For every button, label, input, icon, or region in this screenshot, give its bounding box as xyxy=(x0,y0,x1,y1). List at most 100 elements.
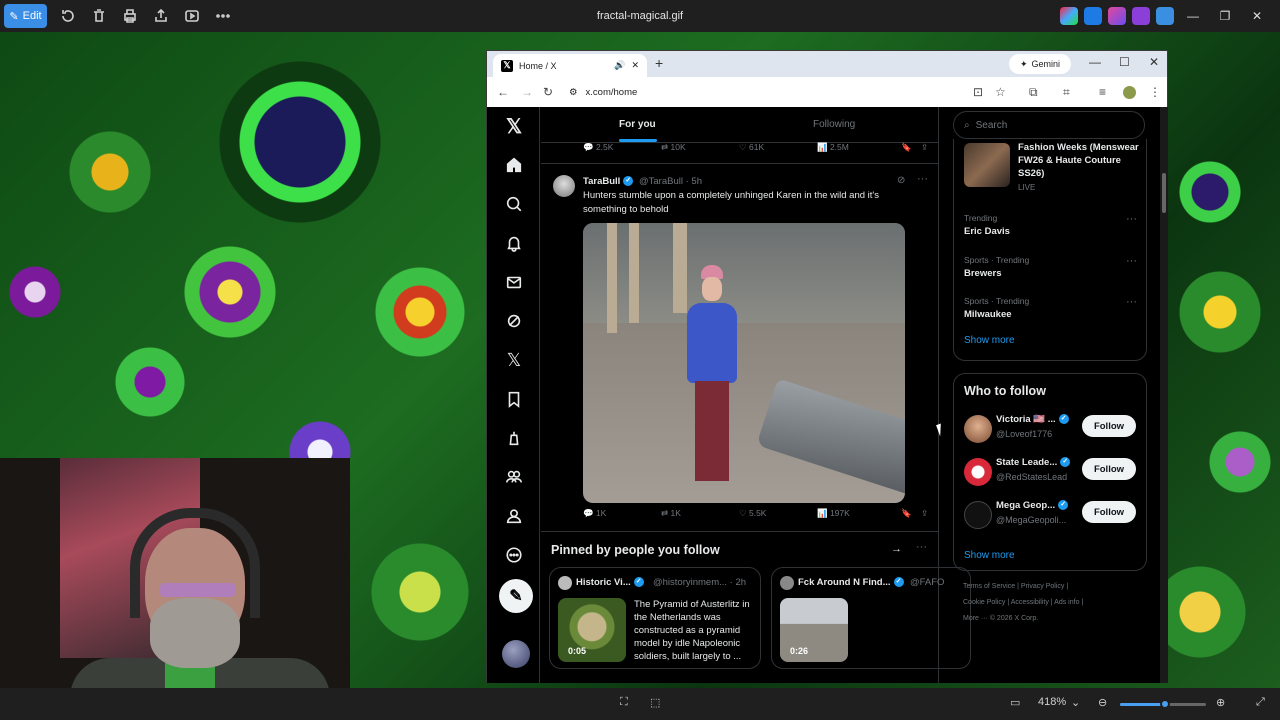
repost-button[interactable]: ⇄ 1K xyxy=(661,508,681,519)
pinned-card[interactable]: Historic Vi... ✓ @historyinmem... · 2h 0:… xyxy=(549,567,761,669)
bookmarks-icon[interactable] xyxy=(503,388,525,410)
repost-button[interactable]: ⇄ 10K xyxy=(661,142,686,153)
tweet-more-icon[interactable]: ··· xyxy=(917,173,928,185)
compose-post-button[interactable]: ✎ xyxy=(499,579,533,613)
user-avatar[interactable] xyxy=(964,501,992,529)
minimize-icon[interactable]: — xyxy=(1180,4,1206,28)
install-icon[interactable]: ⊡ xyxy=(973,85,983,99)
gemini-button[interactable]: ✦ Gemini xyxy=(1009,54,1071,74)
grok-tweet-icon[interactable]: ⊘ xyxy=(897,175,905,186)
zoom-out-icon[interactable]: ⊖ xyxy=(1098,696,1107,709)
who-to-follow-show-more-link[interactable]: Show more xyxy=(964,550,1015,561)
jobs-icon[interactable] xyxy=(503,427,525,449)
address-bar[interactable]: ⚙ x.com/home xyxy=(567,81,1037,103)
copilot-icon[interactable] xyxy=(1060,7,1078,25)
follow-suggestion[interactable]: State Leade... ✓ @RedStatesLead Follow xyxy=(964,455,1144,489)
premium-icon[interactable]: 𝕏 xyxy=(503,349,525,371)
edit-button[interactable]: ✎ Edit xyxy=(4,4,47,28)
pinned-more-icon[interactable]: ··· xyxy=(916,541,927,553)
browser-minimize-icon[interactable]: — xyxy=(1089,55,1101,69)
new-tab-button[interactable]: + xyxy=(655,55,663,71)
bookmark-star-icon[interactable]: ☆ xyxy=(995,85,1006,99)
reply-button[interactable]: 💬 2.5K xyxy=(583,142,613,153)
trend-item[interactable]: Trending Eric Davis xyxy=(964,213,1010,237)
footer-links-row3[interactable]: More ··· © 2026 X Corp. xyxy=(963,611,1153,627)
browser-close-icon[interactable]: ✕ xyxy=(1149,55,1159,69)
print-icon[interactable] xyxy=(115,4,145,28)
audio-icon[interactable]: 🔊 xyxy=(614,60,625,71)
search-input[interactable]: ⌕ Search xyxy=(953,111,1145,139)
browser-maximize-icon[interactable]: ☐ xyxy=(1119,55,1130,69)
media-icon[interactable]: ≡ xyxy=(1099,85,1106,99)
event-thumbnail[interactable] xyxy=(964,143,1010,187)
tweet-video[interactable] xyxy=(583,223,905,503)
like-button[interactable]: ♡ 5.5K xyxy=(739,508,766,519)
user-name[interactable]: Mega Geop... ✓ xyxy=(996,500,1069,511)
zoom-in-icon[interactable]: ⊕ xyxy=(1216,696,1225,709)
menu-icon[interactable]: ⋮ xyxy=(1149,85,1161,99)
delete-icon[interactable] xyxy=(84,4,114,28)
zoom-slider-knob[interactable] xyxy=(1159,699,1170,709)
share-tweet-icon[interactable]: ⇪ xyxy=(921,508,928,519)
zoom-value[interactable]: 418% xyxy=(1038,696,1066,708)
follow-suggestion[interactable]: Victoria 🇺🇸 ... ✓ @Loveof1776 Follow xyxy=(964,412,1144,446)
footer-links-row1[interactable]: Terms of Service | Privacy Policy | xyxy=(963,579,1153,595)
more-icon[interactable] xyxy=(208,4,238,28)
tweet-author-handle[interactable]: @TaraBull · 5h xyxy=(639,176,702,187)
extensions-icon[interactable]: ⧉ xyxy=(1029,85,1038,100)
zoom-dropdown-icon[interactable]: ⌄ xyxy=(1071,696,1080,709)
messages-icon[interactable] xyxy=(503,271,525,293)
onedrive-icon[interactable] xyxy=(1156,7,1174,25)
trend-item[interactable]: Sports · Trending Milwaukee xyxy=(964,296,1029,320)
crop-icon[interactable]: ⬚ xyxy=(650,696,660,709)
tab-following[interactable]: Following xyxy=(813,119,855,130)
cast-icon[interactable]: ⌗ xyxy=(1063,85,1070,100)
user-name[interactable]: State Leade... ✓ xyxy=(996,457,1071,468)
follow-button[interactable]: Follow xyxy=(1082,458,1136,480)
bookmark-icon[interactable]: 🔖 xyxy=(901,508,912,519)
more-circle-icon[interactable] xyxy=(503,544,525,566)
slideshow-icon[interactable] xyxy=(177,4,207,28)
footer-links-row2[interactable]: Cookie Policy | Accessibility | Ads info… xyxy=(963,595,1153,611)
maximize-icon[interactable]: ❐ xyxy=(1212,4,1238,28)
trend-more-icon[interactable]: ··· xyxy=(1126,213,1137,225)
home-icon[interactable] xyxy=(503,154,525,176)
trend-item[interactable]: Sports · Trending Brewers xyxy=(964,255,1029,279)
paint-icon[interactable] xyxy=(1108,7,1126,25)
designer-icon[interactable] xyxy=(1084,7,1102,25)
rotate-icon[interactable] xyxy=(53,4,83,28)
views-count[interactable]: 📊 2.5M xyxy=(817,142,849,153)
tab-close-icon[interactable]: ✕ xyxy=(631,60,639,71)
clipchamp-icon[interactable] xyxy=(1132,7,1150,25)
site-info-icon[interactable]: ⚙ xyxy=(569,87,578,98)
trends-show-more-link[interactable]: Show more xyxy=(964,335,1015,346)
trend-more-icon[interactable]: ··· xyxy=(1126,296,1137,308)
actual-size-icon[interactable]: ▭ xyxy=(1010,696,1020,709)
profile-icon[interactable] xyxy=(503,505,525,527)
share-icon[interactable] xyxy=(146,4,176,28)
follow-button[interactable]: Follow xyxy=(1082,501,1136,523)
close-icon[interactable]: ✕ xyxy=(1244,4,1270,28)
x-logo-icon[interactable]: 𝕏 xyxy=(503,115,525,138)
views-count[interactable]: 📊 197K xyxy=(817,508,850,519)
forward-icon[interactable]: → xyxy=(521,85,533,99)
share-tweet-icon[interactable]: ⇪ xyxy=(921,142,928,153)
scrollbar-thumb[interactable] xyxy=(1162,173,1166,213)
tweet-author-name[interactable]: TaraBull ✓ xyxy=(583,176,634,187)
bookmark-icon[interactable]: 🔖 xyxy=(901,142,912,153)
fit-icon[interactable]: ⛶ xyxy=(620,696,628,709)
page-scrollbar[interactable] xyxy=(1160,107,1168,683)
reload-icon[interactable]: ↻ xyxy=(543,85,553,99)
event-title[interactable]: Fashion Weeks (Menswear FW26 & Haute Cou… xyxy=(1018,141,1142,180)
user-avatar[interactable] xyxy=(964,458,992,486)
notifications-icon[interactable] xyxy=(503,232,525,254)
tweet-author-avatar[interactable] xyxy=(553,175,575,197)
like-button[interactable]: ♡ 61K xyxy=(739,142,764,153)
fullscreen-icon[interactable]: ⤢ xyxy=(1256,696,1265,709)
grok-icon[interactable] xyxy=(503,310,525,332)
account-avatar[interactable] xyxy=(502,640,530,668)
follow-button[interactable]: Follow xyxy=(1082,415,1136,437)
user-avatar[interactable] xyxy=(964,415,992,443)
arrow-right-icon[interactable]: → xyxy=(891,543,902,555)
follow-suggestion[interactable]: Mega Geop... ✓ @MegaGeopoli... Follow xyxy=(964,498,1144,532)
